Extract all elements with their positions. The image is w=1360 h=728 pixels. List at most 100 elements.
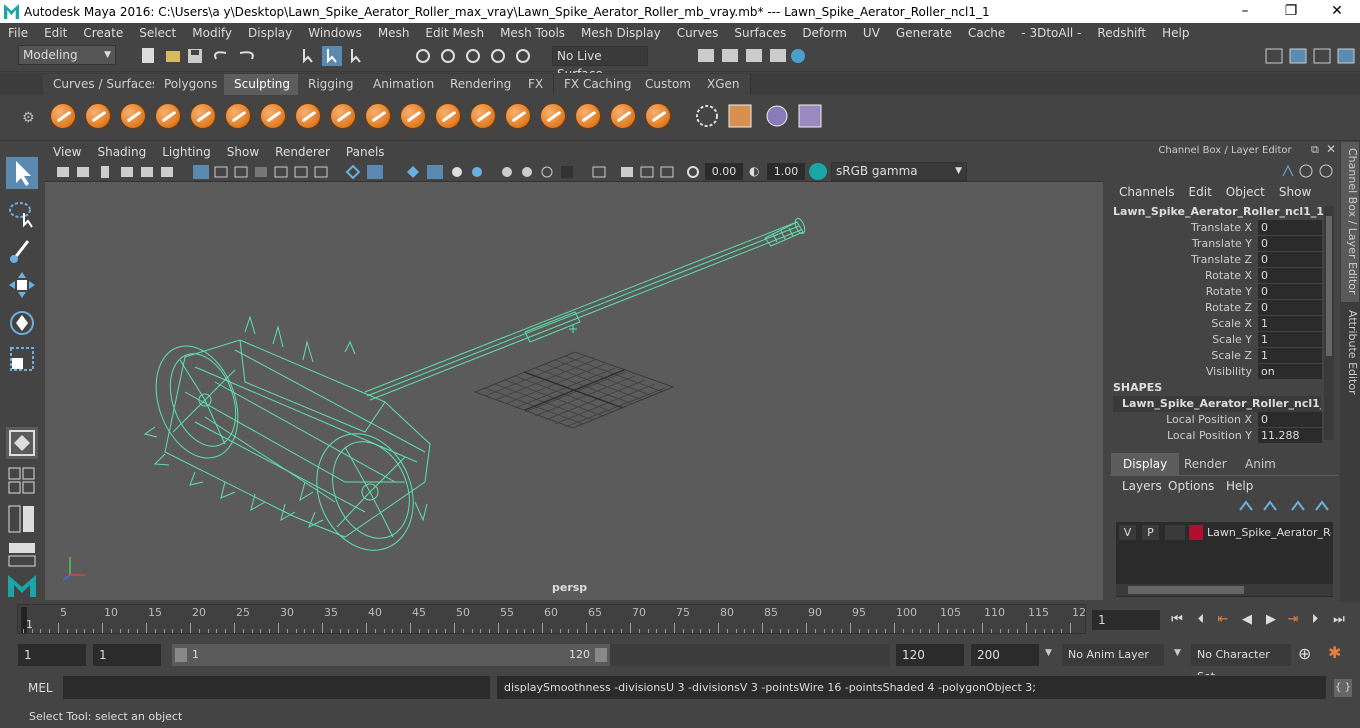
channel-menu-show[interactable]: Show xyxy=(1265,183,1311,201)
menu-mesh-display[interactable]: Mesh Display xyxy=(573,26,669,40)
anim-layer-chevron-down-icon[interactable]: ▼ xyxy=(1045,648,1052,658)
range-slider-end-handle[interactable] xyxy=(595,648,607,662)
minimize-button[interactable]: – xyxy=(1222,0,1268,23)
menu-edit-mesh[interactable]: Edit Mesh xyxy=(417,26,492,40)
layer-hscrollbar-thumb[interactable] xyxy=(1128,586,1244,594)
layer-hscrollbar[interactable] xyxy=(1116,584,1333,596)
character-set-select[interactable]: No Character Set xyxy=(1191,644,1291,683)
selection-tools-icons[interactable] xyxy=(298,46,548,66)
channel-scrollbar-thumb[interactable] xyxy=(1326,216,1332,356)
channel-menu-channels[interactable]: Channels xyxy=(1110,183,1175,201)
menu-mesh-tools[interactable]: Mesh Tools xyxy=(492,26,573,40)
imprint-tool-icon[interactable] xyxy=(365,103,391,129)
layer-tab-display[interactable]: Display xyxy=(1111,453,1180,475)
animation-end-field[interactable]: 200 xyxy=(971,644,1039,666)
fill-tool-icon[interactable] xyxy=(470,103,496,129)
viewport-menu-shading[interactable]: Shading xyxy=(89,145,154,159)
smooth-tool-icon[interactable] xyxy=(85,103,111,129)
channel-rotate-y[interactable]: Rotate Y0 xyxy=(1110,284,1322,300)
step-back-key-icon[interactable]: ⇤ xyxy=(1214,612,1232,628)
channel-visibility[interactable]: Visibility on xyxy=(1110,364,1322,380)
freeze-tool-icon[interactable] xyxy=(645,103,671,129)
paint-select-tool[interactable] xyxy=(6,233,38,265)
scale-tool[interactable] xyxy=(6,343,38,375)
channel-translate-x[interactable]: Translate X0 xyxy=(1110,220,1322,236)
time-slider[interactable]: 1 5 10 15 20 25 30 35 40 45 50 55 60 65 70 75 80 85 90 95 1… xyxy=(17,604,1086,634)
menu-windows[interactable]: Windows xyxy=(300,26,370,40)
side-tab-attribute-editor[interactable]: Attribute Editor xyxy=(1341,304,1359,404)
play-forwards-icon[interactable]: ▶ xyxy=(1262,612,1280,628)
channel-menu-edit[interactable]: Edit xyxy=(1175,183,1212,201)
menu-curves[interactable]: Curves xyxy=(669,26,727,40)
viewport-menu-renderer[interactable]: Renderer xyxy=(267,145,338,159)
script-editor-icon[interactable]: { } xyxy=(1334,679,1352,697)
channel-scrollbar[interactable] xyxy=(1324,206,1334,440)
flatten-tool-icon[interactable] xyxy=(225,103,251,129)
wax-tool-icon[interactable] xyxy=(400,103,426,129)
channel-menu-object[interactable]: Object xyxy=(1212,183,1265,201)
layer-menu-layers[interactable]: Layers xyxy=(1122,479,1162,493)
side-tab-channel-box[interactable]: Channel Box / Layer Editor xyxy=(1341,142,1359,302)
play-backwards-icon[interactable]: ◀ xyxy=(1238,612,1256,628)
select-tool[interactable] xyxy=(6,157,38,189)
grab-tool-icon[interactable] xyxy=(155,103,181,129)
viewport-scene[interactable]: persp xyxy=(45,182,1103,600)
shelf-settings-gear-icon[interactable]: ⚙ xyxy=(22,110,35,126)
menu-3dtoall[interactable]: - 3DtoAll - xyxy=(1013,26,1089,40)
auto-key-icon[interactable]: ⊕ xyxy=(1298,644,1311,663)
mode-select[interactable]: Modeling ▼ xyxy=(18,45,116,65)
channel-local-position-x[interactable]: Local Position X0 xyxy=(1110,412,1322,428)
channel-scale-z[interactable]: Scale Z1 xyxy=(1110,348,1322,364)
lasso-tool[interactable] xyxy=(6,197,38,229)
render-tools-icons[interactable] xyxy=(696,47,811,65)
shelf-tab-fx[interactable]: FX xyxy=(518,74,555,95)
menu-file[interactable]: File xyxy=(0,26,36,40)
gamma-field[interactable]: 1.00 xyxy=(767,163,805,180)
menu-edit[interactable]: Edit xyxy=(36,26,75,40)
step-forward-frame-icon[interactable]: ⏵ xyxy=(1306,612,1324,628)
command-input[interactable] xyxy=(63,676,490,699)
persp-graph-layout[interactable] xyxy=(6,539,38,571)
menu-cache[interactable]: Cache xyxy=(960,26,1013,40)
viewport-menu-panels[interactable]: Panels xyxy=(338,145,393,159)
object-name[interactable]: Lawn_Spike_Aerator_Roller_ncl1_1 xyxy=(1113,205,1324,218)
layer-menu-help[interactable]: Help xyxy=(1226,479,1253,493)
maximize-button[interactable]: ❐ xyxy=(1268,0,1314,23)
animation-start-field[interactable]: 1 xyxy=(18,644,86,666)
menu-generate[interactable]: Generate xyxy=(888,26,960,40)
live-surface-field[interactable]: No Live Surface xyxy=(552,46,648,81)
layer-color-swatch[interactable] xyxy=(1189,525,1203,540)
layer-tab-render[interactable]: Render xyxy=(1172,453,1239,475)
bulge-tool-icon[interactable] xyxy=(575,103,601,129)
four-view-layout[interactable] xyxy=(6,465,38,497)
rotate-tool[interactable] xyxy=(6,307,38,339)
channel-scale-y[interactable]: Scale Y1 xyxy=(1110,332,1322,348)
shelf-tab-rigging[interactable]: Rigging xyxy=(298,74,365,95)
relax-tool-icon[interactable] xyxy=(120,103,146,129)
menu-redshift[interactable]: Redshift xyxy=(1089,26,1154,40)
repeat-tool-icon[interactable] xyxy=(330,103,356,129)
close-panel-icon[interactable]: ✕ xyxy=(1326,142,1336,156)
viewport-menu-lighting[interactable]: Lighting xyxy=(154,145,219,159)
menu-mesh[interactable]: Mesh xyxy=(370,26,418,40)
pinch-tool-icon[interactable] xyxy=(190,103,216,129)
range-slider-start-handle[interactable] xyxy=(175,648,187,662)
viewport-menu-show[interactable]: Show xyxy=(219,145,267,159)
viewport-menu-view[interactable]: View xyxy=(45,145,89,159)
menu-create[interactable]: Create xyxy=(75,26,131,40)
smear-tool-icon[interactable] xyxy=(540,103,566,129)
shelf-tab-curves-surfaces[interactable]: Curves / Surfaces xyxy=(43,74,170,95)
foamy-tool-icon[interactable] xyxy=(260,103,286,129)
layer-playback-toggle[interactable]: P xyxy=(1142,525,1159,540)
spray-tool-icon[interactable] xyxy=(295,103,321,129)
playback-start-field[interactable]: 1 xyxy=(93,644,161,666)
menu-deform[interactable]: Deform xyxy=(794,26,855,40)
shelf-tab-custom[interactable]: Custom xyxy=(635,74,702,95)
channel-box-mode-icons[interactable] xyxy=(1278,162,1338,180)
shelf-tab-rendering[interactable]: Rendering xyxy=(440,74,523,95)
layer-display-type-toggle[interactable] xyxy=(1165,525,1185,540)
step-forward-key-icon[interactable]: ⇥ xyxy=(1284,612,1302,628)
color-space-select[interactable]: sRGB gamma ▼ xyxy=(831,162,967,181)
menu-help[interactable]: Help xyxy=(1154,26,1197,40)
go-to-end-icon[interactable]: ⏭ xyxy=(1330,612,1348,628)
